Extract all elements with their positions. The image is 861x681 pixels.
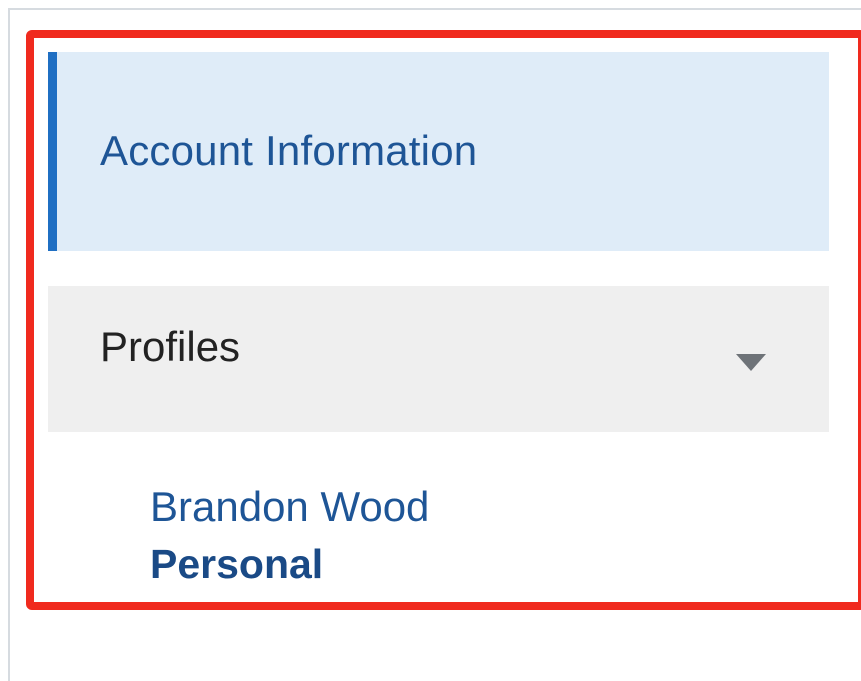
nav-item-account-information[interactable]: Account Information bbox=[48, 52, 829, 251]
nav-spacer bbox=[48, 251, 829, 286]
profiles-section-toggle[interactable]: Profiles bbox=[48, 286, 829, 432]
page: Account Information Profiles Brandon Woo… bbox=[0, 0, 861, 681]
sidebar-nav: Account Information Profiles Brandon Woo… bbox=[48, 52, 829, 587]
profile-type: Personal bbox=[150, 541, 324, 587]
chevron-down-icon bbox=[736, 354, 766, 371]
profile-name: Brandon Wood bbox=[150, 483, 430, 530]
nav-item-label: Account Information bbox=[100, 127, 478, 174]
profiles-section-label: Profiles bbox=[100, 323, 241, 370]
profile-item-brandon-wood[interactable]: Brandon Wood Personal bbox=[48, 432, 829, 587]
